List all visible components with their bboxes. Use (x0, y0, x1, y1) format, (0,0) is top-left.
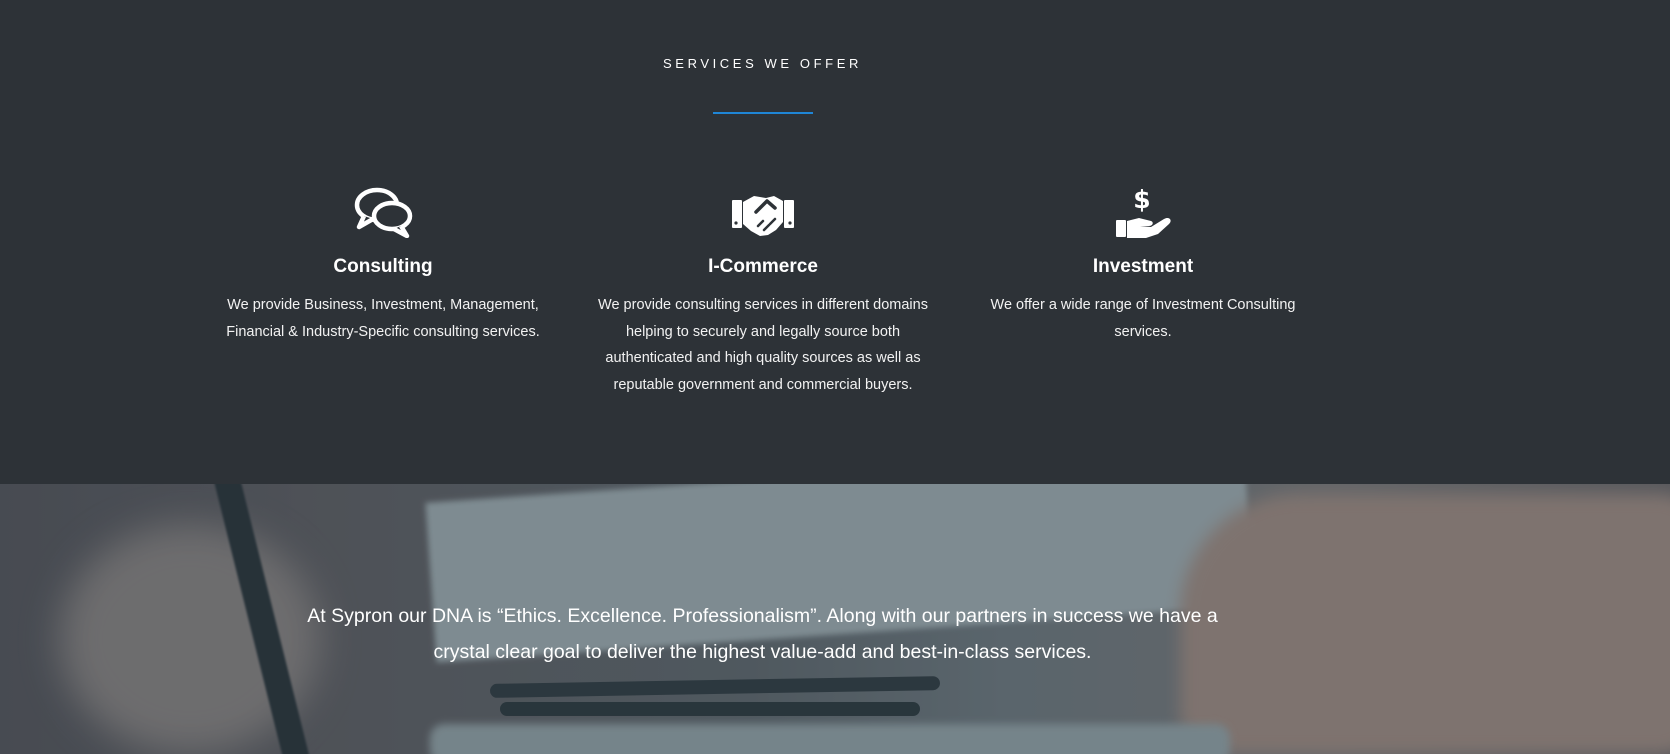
description-line: services. (1114, 323, 1172, 340)
service-consulting: Consulting We provide Business, Investme… (218, 186, 548, 345)
svg-text:$: $ (1133, 186, 1150, 214)
service-title: Investment (1092, 256, 1194, 277)
service-title: I-Commerce (708, 256, 818, 277)
mission-line: crystal clear goal to deliver the highes… (433, 641, 1092, 663)
description-line: We provide Business, Investment, Managem… (227, 297, 539, 313)
description-line: helping to securely and legally source b… (625, 323, 901, 340)
service-description: We provide Business, Investment, Managem… (218, 292, 548, 345)
description-line: We offer a wide range of Investment Cons… (990, 297, 1296, 313)
hand-holding-dollar-icon: $ (1116, 186, 1171, 238)
service-description: We offer a wide range of Investment Cons… (978, 292, 1308, 345)
service-title: Consulting (333, 256, 433, 277)
handshake-icon (732, 196, 794, 236)
service-icommerce: I-Commerce We provide consulting service… (598, 186, 928, 398)
chat-bubbles-icon (354, 187, 413, 238)
description-line: authenticated and high quality sources a… (605, 350, 921, 366)
description-line: We provide consulting services in differ… (598, 297, 928, 313)
description-line: Financial & Industry-Specific consulting… (226, 323, 540, 340)
services-section: SERVICES WE OFFER Consulting We provide … (0, 0, 1670, 484)
description-line: reputable government and commercial buye… (613, 376, 913, 393)
mission-banner: At Sypron our DNA is “Ethics. Excellence… (0, 484, 1670, 754)
title-divider (713, 112, 813, 114)
mission-line: At Sypron our DNA is “Ethics. Excellence… (307, 605, 1218, 627)
service-investment: $ Investment We offer a wide range of In… (978, 186, 1308, 345)
service-description: We provide consulting services in differ… (598, 292, 928, 398)
mission-statement: At Sypron our DNA is “Ethics. Excellence… (0, 598, 1525, 670)
section-title: SERVICES WE OFFER (663, 56, 862, 71)
